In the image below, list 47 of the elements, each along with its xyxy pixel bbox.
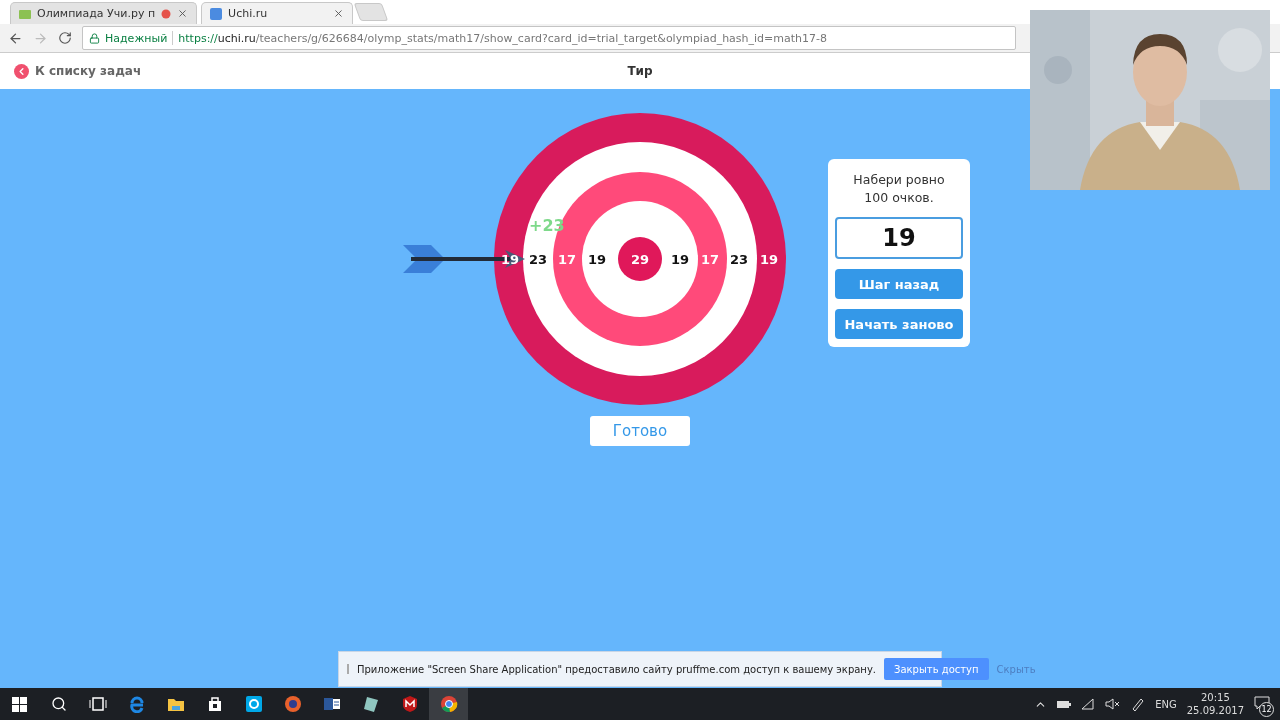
word-icon xyxy=(322,695,341,713)
chrome-icon xyxy=(439,695,458,713)
language-indicator[interactable]: ENG xyxy=(1155,698,1177,710)
clock[interactable]: 20:15 25.09.2017 xyxy=(1186,691,1244,717)
address-field[interactable]: Надежный https://uchi.ru/teachers/g/626684/olymp_stats/math17/show_card?card_id=trial_target&olympiad_hash_id=math17-8 xyxy=(82,26,1016,50)
firefox-icon xyxy=(283,695,302,713)
page-title: Тир xyxy=(627,64,653,78)
reload-icon[interactable] xyxy=(58,31,72,45)
sum-field: 19 xyxy=(835,217,963,259)
favicon-icon xyxy=(19,7,31,20)
target-score: 29 xyxy=(630,252,650,267)
task-prompt: Набери ровно 100 очков. xyxy=(852,171,946,207)
back-link[interactable]: К списку задач xyxy=(14,63,142,79)
notes-icon xyxy=(361,695,380,713)
close-icon[interactable] xyxy=(333,8,345,19)
pen-icon xyxy=(1131,697,1146,711)
target-score: 19 xyxy=(587,252,607,267)
back-icon[interactable] xyxy=(8,30,23,46)
windows-icon xyxy=(12,696,27,712)
browser-tab[interactable]: Uchi.ru xyxy=(201,2,354,24)
action-button[interactable]: Шаг назад xyxy=(835,269,963,299)
lock-icon xyxy=(89,32,100,44)
close-icon[interactable] xyxy=(177,8,189,19)
battery-icon xyxy=(1057,699,1072,709)
target-score: 17 xyxy=(700,252,720,267)
target-score: 19 xyxy=(500,252,520,267)
notification-icon xyxy=(1254,696,1270,710)
target-score: 23 xyxy=(729,252,749,267)
stop-sharing-button[interactable]: Закрыть доступ xyxy=(884,658,989,680)
url-text: https://uchi.ru/teachers/g/626684/olymp_stats/math17/show_card?card_id=trial_target&olympiad_hash_id=math17-8 xyxy=(178,31,828,45)
task-view-icon xyxy=(88,695,107,713)
favicon-icon xyxy=(210,7,223,20)
done-button[interactable]: Готово xyxy=(590,416,690,446)
muted-speaker-icon xyxy=(1105,698,1122,710)
target-score: 23 xyxy=(528,252,548,267)
browser-tab[interactable]: Олимпиада Учи.ру п xyxy=(10,2,198,24)
action-button[interactable]: Начать заново xyxy=(835,309,963,339)
notification-count: 12 xyxy=(1259,702,1274,717)
search-icon[interactable] xyxy=(50,696,67,712)
target-score: 17 xyxy=(557,252,577,267)
target-score: 19 xyxy=(759,252,779,267)
skype-icon xyxy=(244,695,263,713)
shield-icon xyxy=(400,695,419,713)
browser-icon xyxy=(127,695,146,713)
security-label: Надежный xyxy=(105,31,168,45)
target-score: 19 xyxy=(670,252,690,267)
share-message: Приложение "Screen Share Application" предоставило сайту pruffme.com доступ к вашему экрану. xyxy=(357,663,876,675)
